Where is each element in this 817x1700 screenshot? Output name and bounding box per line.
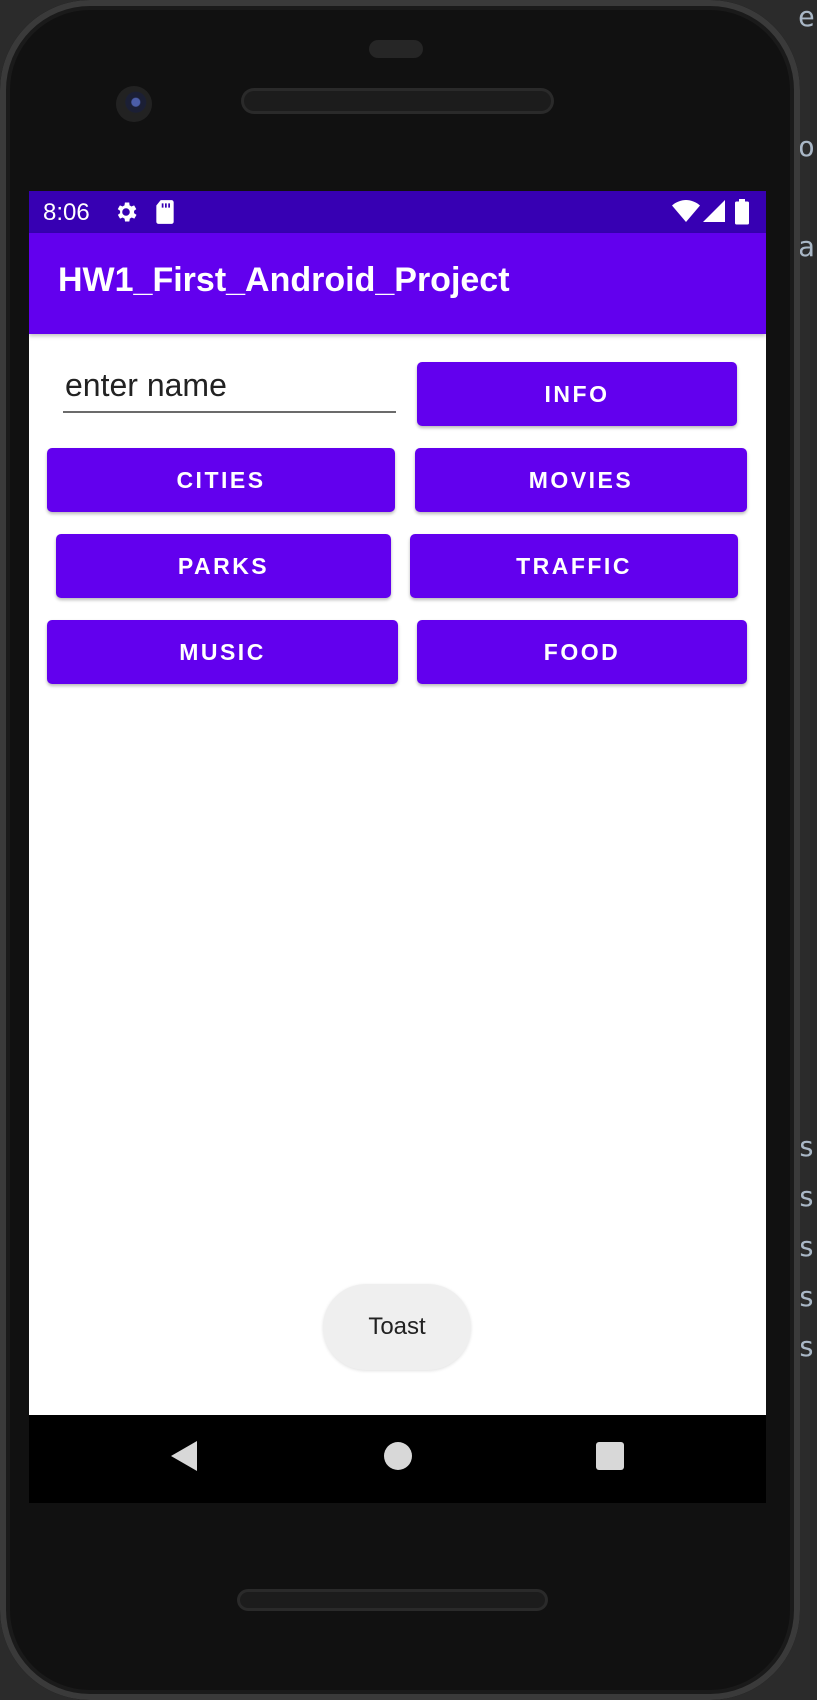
signal-icon — [702, 199, 726, 228]
phone-frame: 8:06 HW1_First_Android_Project enter nam… — [0, 0, 800, 1700]
battery-icon — [735, 199, 749, 230]
parks-button[interactable]: PARKS — [56, 534, 391, 598]
status-time: 8:06 — [43, 199, 90, 226]
traffic-button[interactable]: TRAFFIC — [410, 534, 738, 598]
back-icon[interactable] — [169, 1439, 199, 1478]
gear-icon — [113, 199, 139, 230]
navigation-bar — [29, 1415, 766, 1503]
info-button[interactable]: INFO — [417, 362, 737, 426]
app-title: HW1_First_Android_Project — [58, 261, 510, 299]
device-screen: 8:06 HW1_First_Android_Project enter nam… — [29, 191, 766, 1415]
music-button[interactable]: MUSIC — [47, 620, 398, 684]
sd-card-icon — [154, 199, 176, 230]
home-icon[interactable] — [382, 1439, 414, 1478]
app-bar: HW1_First_Android_Project — [29, 233, 766, 334]
food-button[interactable]: FOOD — [417, 620, 747, 684]
movies-button[interactable]: MOVIES — [415, 448, 747, 512]
top-speaker — [244, 91, 551, 111]
name-input[interactable] — [63, 359, 396, 413]
status-bar: 8:06 — [29, 191, 766, 233]
bottom-speaker — [240, 1592, 545, 1608]
front-camera — [116, 86, 152, 122]
toast-message: Toast — [323, 1284, 471, 1370]
earpiece — [369, 40, 423, 58]
recents-icon[interactable] — [594, 1439, 626, 1478]
wifi-icon — [672, 199, 700, 228]
cities-button[interactable]: CITIES — [47, 448, 395, 512]
